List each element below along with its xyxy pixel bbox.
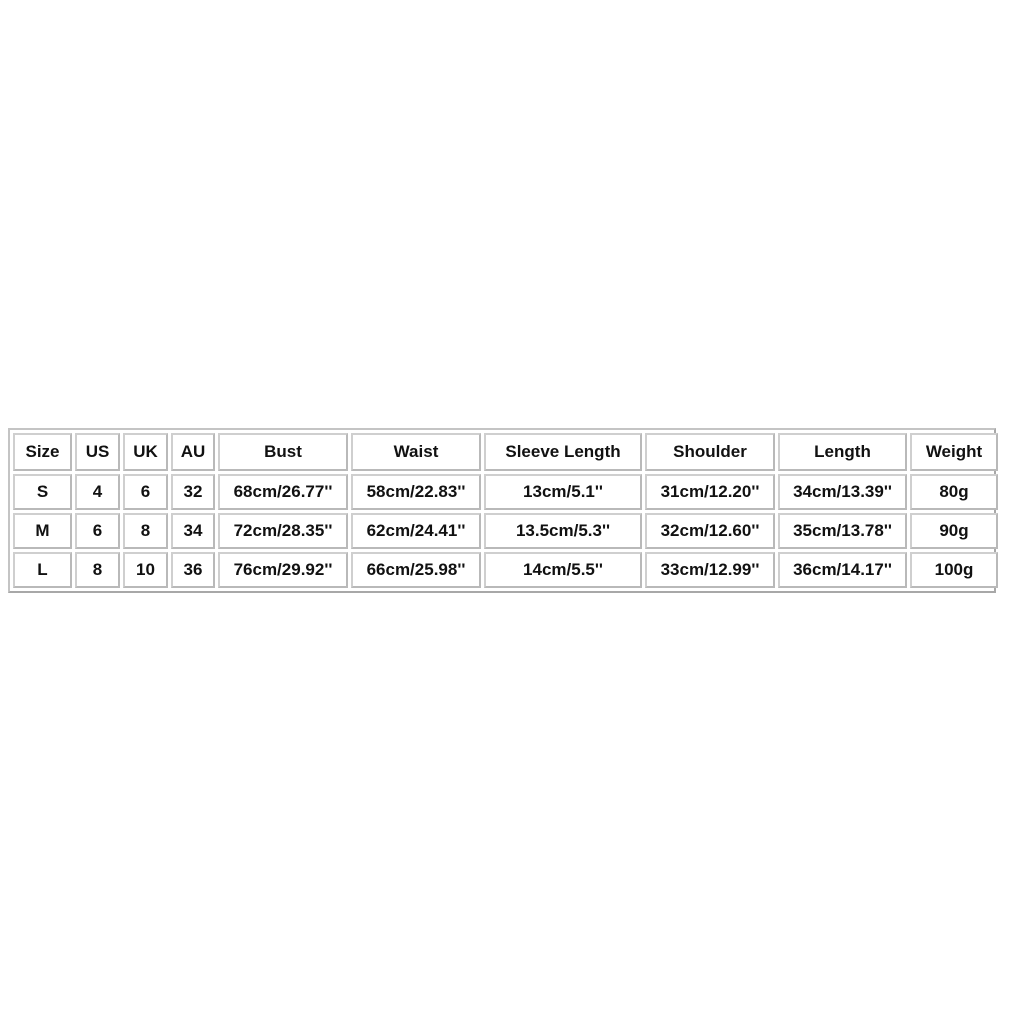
cell-au: 34 [171,513,215,549]
header-weight: Weight [910,433,998,471]
cell-au: 36 [171,552,215,588]
cell-waist: 66cm/25.98'' [351,552,481,588]
table-row: L 8 10 36 76cm/29.92'' 66cm/25.98'' 14cm… [13,552,998,588]
cell-uk: 10 [123,552,168,588]
cell-length: 35cm/13.78'' [778,513,907,549]
header-row: Size US UK AU Bust Waist Sleeve Length S… [13,433,998,471]
cell-au: 32 [171,474,215,510]
size-chart-table: Size US UK AU Bust Waist Sleeve Length S… [10,430,1001,591]
cell-shoulder: 31cm/12.20'' [645,474,775,510]
table-row: S 4 6 32 68cm/26.77'' 58cm/22.83'' 13cm/… [13,474,998,510]
cell-waist: 62cm/24.41'' [351,513,481,549]
cell-us: 4 [75,474,120,510]
cell-size: M [13,513,72,549]
header-uk: UK [123,433,168,471]
cell-weight: 100g [910,552,998,588]
cell-us: 8 [75,552,120,588]
cell-bust: 72cm/28.35'' [218,513,348,549]
cell-length: 36cm/14.17'' [778,552,907,588]
header-waist: Waist [351,433,481,471]
cell-us: 6 [75,513,120,549]
cell-uk: 8 [123,513,168,549]
table-row: M 6 8 34 72cm/28.35'' 62cm/24.41'' 13.5c… [13,513,998,549]
cell-weight: 80g [910,474,998,510]
header-au: AU [171,433,215,471]
cell-waist: 58cm/22.83'' [351,474,481,510]
cell-sleeve-length: 14cm/5.5'' [484,552,642,588]
cell-uk: 6 [123,474,168,510]
header-us: US [75,433,120,471]
header-shoulder: Shoulder [645,433,775,471]
cell-size: L [13,552,72,588]
header-bust: Bust [218,433,348,471]
cell-length: 34cm/13.39'' [778,474,907,510]
header-size: Size [13,433,72,471]
cell-sleeve-length: 13.5cm/5.3'' [484,513,642,549]
cell-shoulder: 33cm/12.99'' [645,552,775,588]
cell-bust: 76cm/29.92'' [218,552,348,588]
size-chart-container: Size US UK AU Bust Waist Sleeve Length S… [8,428,998,593]
cell-weight: 90g [910,513,998,549]
cell-size: S [13,474,72,510]
cell-sleeve-length: 13cm/5.1'' [484,474,642,510]
cell-shoulder: 32cm/12.60'' [645,513,775,549]
header-sleeve-length: Sleeve Length [484,433,642,471]
cell-bust: 68cm/26.77'' [218,474,348,510]
header-length: Length [778,433,907,471]
